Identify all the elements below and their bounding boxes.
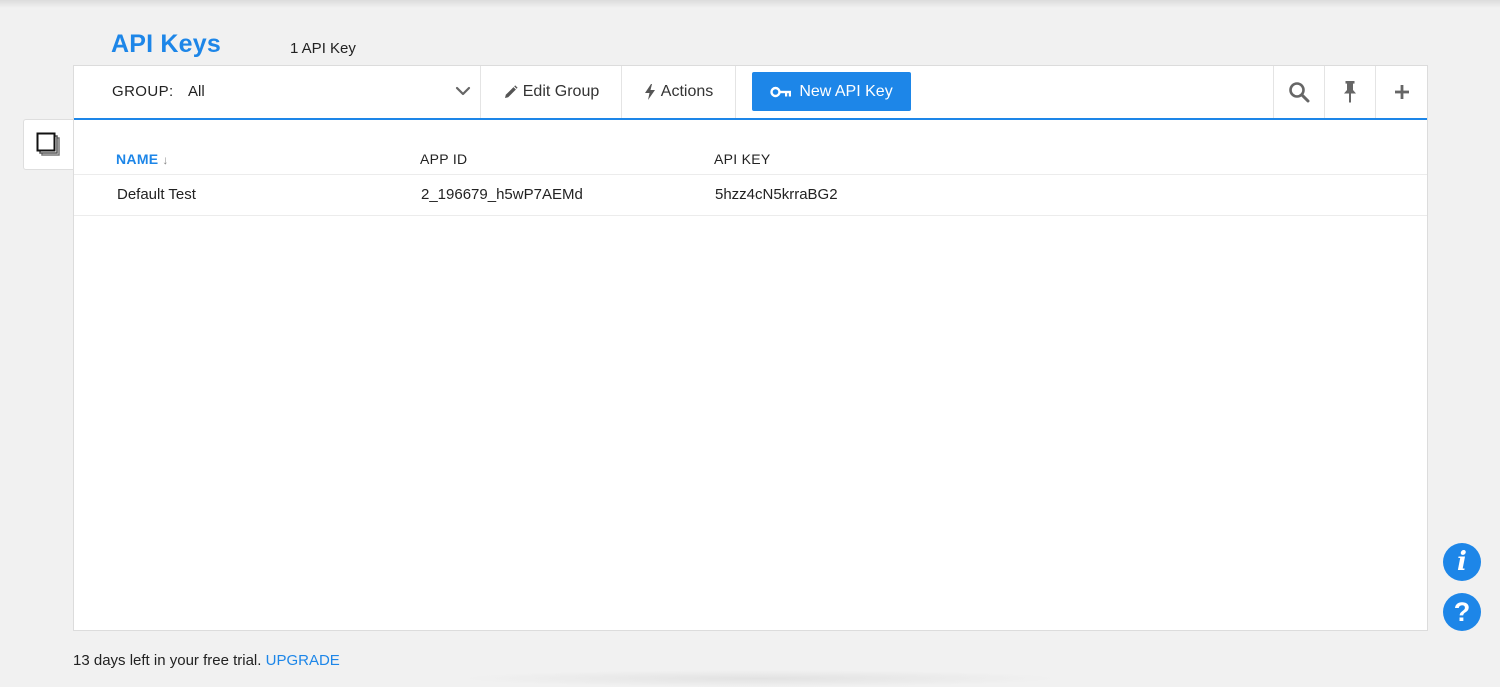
new-api-key-label: New API Key: [799, 82, 893, 100]
plus-icon: [1394, 85, 1409, 99]
cell-app-id: 2_196679_h5wP7AEMd: [421, 186, 583, 203]
search-icon: [1289, 82, 1310, 103]
search-button[interactable]: [1273, 66, 1324, 118]
key-icon: [770, 86, 792, 97]
page-title: API Keys: [111, 30, 221, 58]
cell-api-key: 5hzz4cN5krraBG2: [715, 186, 838, 203]
toolbar: GROUP: All Edit Group Actions New API Ke…: [74, 66, 1427, 120]
copy-stack-icon: [36, 132, 60, 156]
column-name-label: NAME: [116, 151, 159, 167]
column-header-api-key[interactable]: API KEY: [714, 151, 771, 167]
help-icon[interactable]: ?: [1443, 593, 1481, 631]
trial-notice: 13 days left in your free trial. UPGRADE: [73, 652, 340, 669]
trial-text: 13 days left in your free trial.: [73, 652, 262, 669]
upgrade-link[interactable]: UPGRADE: [266, 652, 340, 669]
add-button[interactable]: [1375, 66, 1427, 118]
info-icon[interactable]: i: [1443, 543, 1481, 581]
edit-group-button[interactable]: Edit Group: [481, 66, 622, 118]
chevron-down-icon: [455, 86, 471, 96]
api-keys-panel: GROUP: All Edit Group Actions New API Ke…: [73, 65, 1428, 631]
pin-icon: [1344, 81, 1356, 103]
new-api-key-button[interactable]: New API Key: [752, 72, 911, 111]
sort-arrow-down-icon: ↓: [162, 153, 169, 167]
table-row[interactable]: Default Test 2_196679_h5wP7AEMd 5hzz4cN5…: [74, 175, 1427, 216]
pencil-icon: [504, 84, 518, 98]
group-label: GROUP:: [112, 83, 174, 100]
cell-name: Default Test: [117, 186, 196, 203]
actions-label: Actions: [660, 83, 714, 100]
api-key-count: 1 API Key: [290, 40, 356, 57]
column-header-app-id[interactable]: APP ID: [420, 151, 467, 167]
pin-button[interactable]: [1324, 66, 1375, 118]
group-select[interactable]: GROUP: All: [74, 66, 481, 118]
bottom-shadow: [460, 670, 1060, 687]
column-header-name[interactable]: NAME ↓: [116, 151, 169, 167]
side-panel-toggle[interactable]: [23, 119, 73, 170]
lightning-icon: [644, 84, 655, 100]
top-shadow: [0, 0, 1500, 8]
edit-group-label: Edit Group: [522, 83, 600, 100]
actions-button[interactable]: Actions: [622, 66, 736, 118]
group-value: All: [188, 83, 205, 100]
